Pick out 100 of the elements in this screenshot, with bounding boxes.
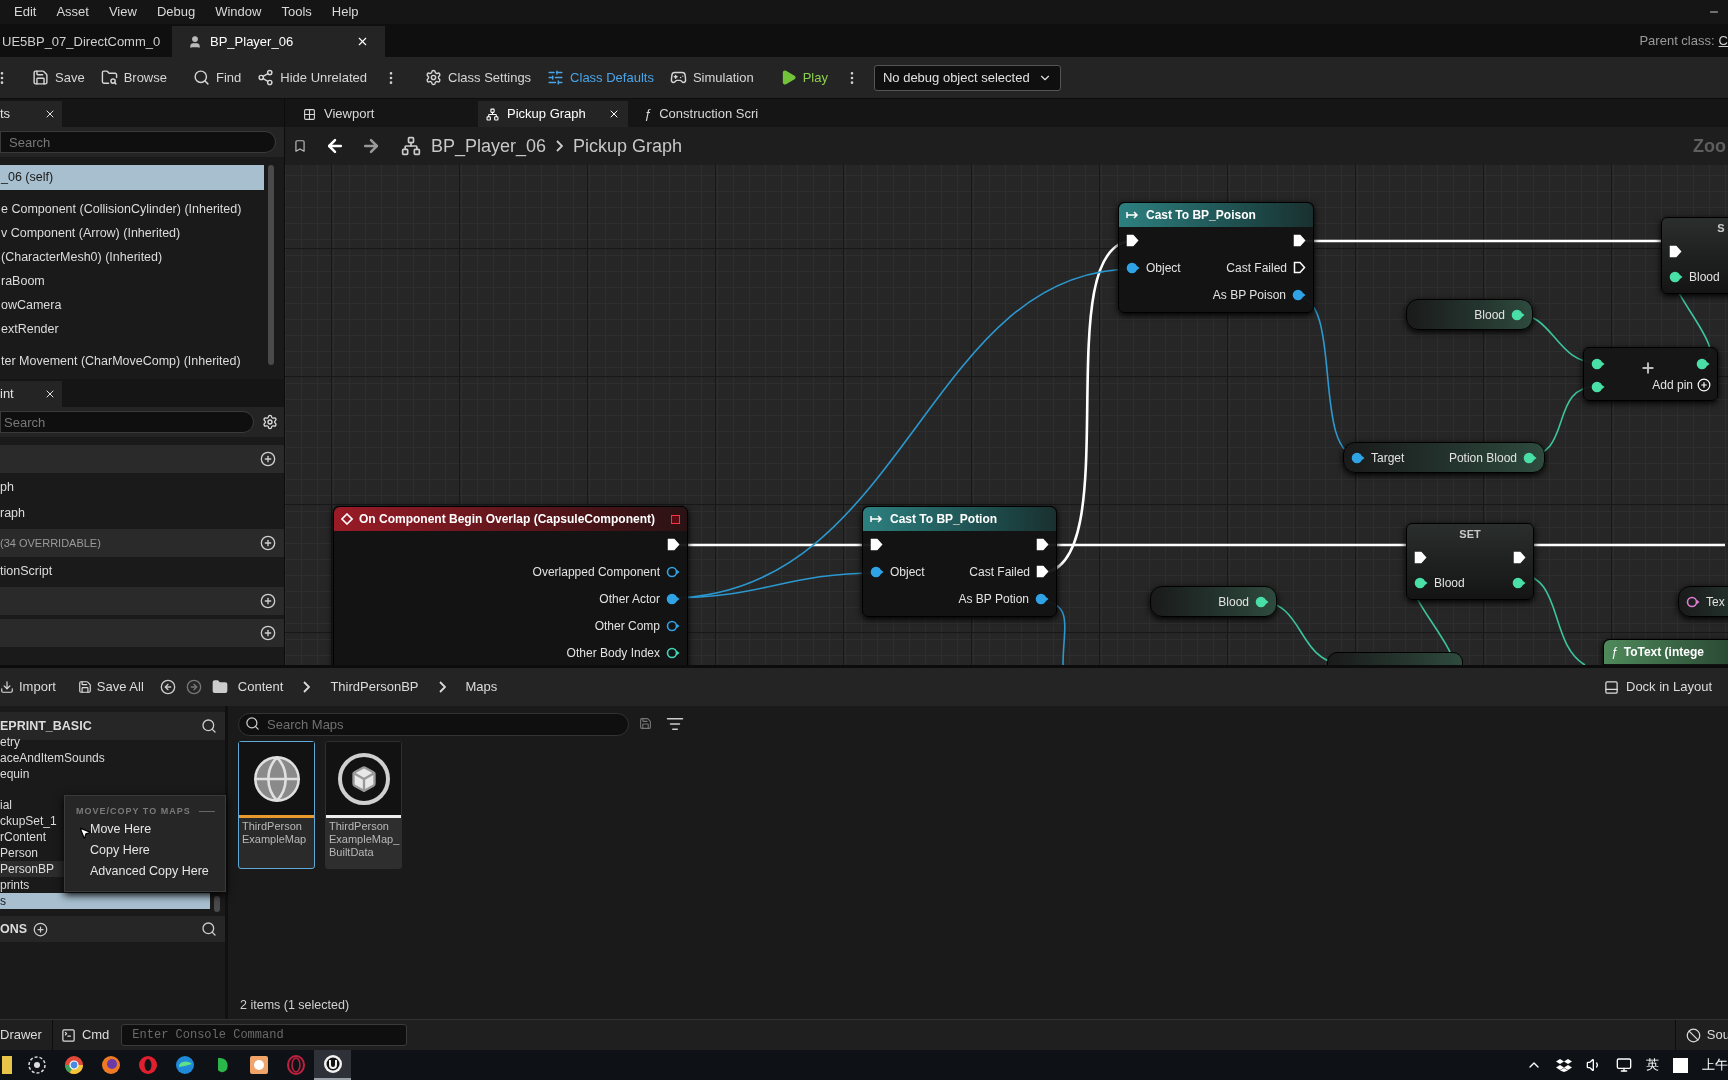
item-count: 2 items (1 selected): [239, 997, 351, 1015]
folder-item[interactable]: s: [0, 893, 210, 909]
pin-label: Object: [1146, 259, 1181, 277]
path-segment[interactable]: Maps: [465, 677, 498, 697]
console-input[interactable]: Enter Console Command: [121, 1024, 408, 1046]
menu-item[interactable]: Window: [205, 2, 272, 22]
add-pin-label: Add pin: [1652, 377, 1693, 394]
component-item[interactable]: ter Movement (CharMoveComp) (Inherited): [0, 349, 264, 373]
toolbar-button[interactable]: Simulation: [663, 62, 760, 93]
blueprint-item[interactable]: ph: [0, 475, 284, 499]
pin-label: Other Actor: [599, 590, 660, 608]
debug-object-dropdown[interactable]: No debug object selected: [873, 64, 1061, 91]
asset-tile[interactable]: ThirdPerson ExampleMap: [238, 741, 315, 869]
node-title: Cast To BP_Potion: [890, 511, 998, 528]
graph-tab[interactable]: ƒ Construction Scri: [636, 101, 771, 127]
folder-item[interactable]: ial: [0, 797, 12, 813]
toolbar-button[interactable]: Class Defaults: [541, 62, 660, 93]
pin-label: Other Comp: [594, 617, 660, 635]
breadcrumb-item[interactable]: BP_Player_06: [431, 132, 547, 160]
pin-label: As BP Potion: [958, 590, 1029, 608]
folder-item[interactable]: Person: [0, 845, 39, 861]
asset-name: ThirdPerson ExampleMap_ BuiltData: [328, 819, 401, 859]
graph-tab[interactable]: Viewport: [295, 101, 430, 127]
parent-class-label: Parent class:: [1639, 31, 1715, 50]
folder-item[interactable]: rContent: [0, 829, 47, 845]
component-item[interactable]: extRender: [0, 317, 264, 341]
blueprint-item[interactable]: raph: [0, 501, 284, 525]
pin-label: Other Body Index: [566, 644, 660, 662]
toolbar-button[interactable]: Class Settings: [419, 62, 538, 93]
breadcrumb-item[interactable]: Pickup Graph: [573, 132, 683, 160]
menu-item[interactable]: Copy Here: [65, 839, 225, 861]
dock-button[interactable]: Dock in Layout: [1598, 674, 1718, 700]
menu-item[interactable]: Debug: [146, 2, 206, 22]
menu-item[interactable]: View: [98, 2, 147, 22]
folder-item[interactable]: prints: [0, 877, 30, 893]
input-language[interactable]: 英: [1646, 1055, 1659, 1075]
save-all-button[interactable]: Save All: [71, 674, 150, 700]
pin-label: Tex: [1706, 593, 1725, 611]
tab-label: int: [0, 385, 14, 404]
pin-label: Blood: [1689, 269, 1720, 286]
menu-item[interactable]: Edit: [14, 2, 47, 22]
import-button[interactable]: Import: [0, 674, 62, 700]
component-item[interactable]: v Component (Arrow) (Inherited): [0, 221, 264, 245]
asset-tile[interactable]: ThirdPerson ExampleMap_ BuiltData: [325, 741, 402, 869]
asset-name: ThirdPerson ExampleMap: [241, 819, 308, 846]
menu-heading: MOVE/COPY TO MAPS: [76, 805, 191, 818]
component-item[interactable]: owCamera: [0, 293, 264, 317]
tree-header: EPRINT_BASIC: [0, 717, 92, 735]
search-field[interactable]: Search Maps: [238, 713, 629, 736]
pin-label: Blood: [1474, 306, 1505, 324]
play-button[interactable]: Play: [773, 62, 834, 93]
pin-label: Object: [890, 563, 925, 581]
pin-label: As BP Poison: [1212, 286, 1286, 304]
pin-label: Potion Blood: [1448, 449, 1517, 467]
node-title: Cast To BP_Poison: [1146, 207, 1256, 224]
menu-item[interactable]: Help: [321, 2, 369, 22]
pin-label: Cast Failed: [969, 563, 1030, 581]
pin-label: Blood: [1218, 593, 1249, 611]
document-tab[interactable]: BP_Player_06: [172, 26, 385, 57]
path-segment[interactable]: Content: [237, 677, 284, 697]
menu-item[interactable]: Asset: [46, 2, 99, 22]
pin-label: Overlapped Component: [532, 563, 660, 581]
toolbar-button[interactable]: Browse: [94, 62, 173, 93]
component-item[interactable]: raBoom: [0, 269, 264, 293]
graph-tab[interactable]: Pickup Graph: [478, 101, 628, 127]
panel-tab[interactable]: ts: [0, 101, 62, 127]
parent-class-link[interactable]: C: [1718, 30, 1728, 51]
component-item[interactable]: e Component (CollisionCylinder) (Inherited): [0, 197, 264, 221]
panel-tab[interactable]: int: [0, 381, 62, 407]
folder-item[interactable]: aceAndItemSounds: [0, 750, 105, 766]
pin-label: Cast Failed: [1226, 259, 1287, 277]
menu-item[interactable]: Advanced Copy Here: [65, 860, 225, 882]
section-title: (34 OVERRIDABLE): [0, 535, 101, 551]
folder-item[interactable]: etry: [0, 734, 20, 750]
path-segment[interactable]: ThirdPersonBP: [330, 677, 419, 697]
node-title: SET: [1459, 526, 1481, 542]
node-title: S: [1717, 220, 1725, 236]
function-glyph: ƒ: [644, 105, 652, 124]
folder-item[interactable]: ckupSet_1: [0, 813, 57, 829]
component-item[interactable]: (CharacterMesh0) (Inherited): [0, 245, 264, 269]
toolbar-button[interactable]: Save: [26, 62, 91, 93]
tree-header: ONS: [0, 920, 28, 938]
clock: 上午: [1702, 1056, 1728, 1075]
folder-item[interactable]: equin: [0, 766, 30, 782]
search-field[interactable]: Search: [0, 131, 276, 153]
toolbar-button[interactable]: Hide Unrelated: [251, 62, 373, 93]
zoom-label: Zoo: [1693, 134, 1726, 158]
cmd-button[interactable]: Cmd: [52, 1020, 118, 1050]
toolbar-button[interactable]: Find: [187, 62, 248, 93]
menu-item[interactable]: Move Here: [65, 818, 225, 840]
folder-item[interactable]: PersonBP: [0, 861, 64, 877]
component-item[interactable]: _06 (self): [0, 165, 264, 190]
tab-label: ts: [0, 105, 11, 124]
document-tab[interactable]: UE5BP_07_DirectComm_0: [0, 26, 166, 57]
node-title: ToText (intege: [1623, 644, 1704, 661]
menu-item[interactable]: Tools: [271, 2, 322, 22]
blueprint-item[interactable]: tionScript: [0, 559, 284, 583]
section-header[interactable]: (34 OVERRIDABLE): [0, 529, 284, 557]
pin-label: Blood: [1434, 575, 1465, 592]
search-field[interactable]: Search: [0, 411, 254, 433]
